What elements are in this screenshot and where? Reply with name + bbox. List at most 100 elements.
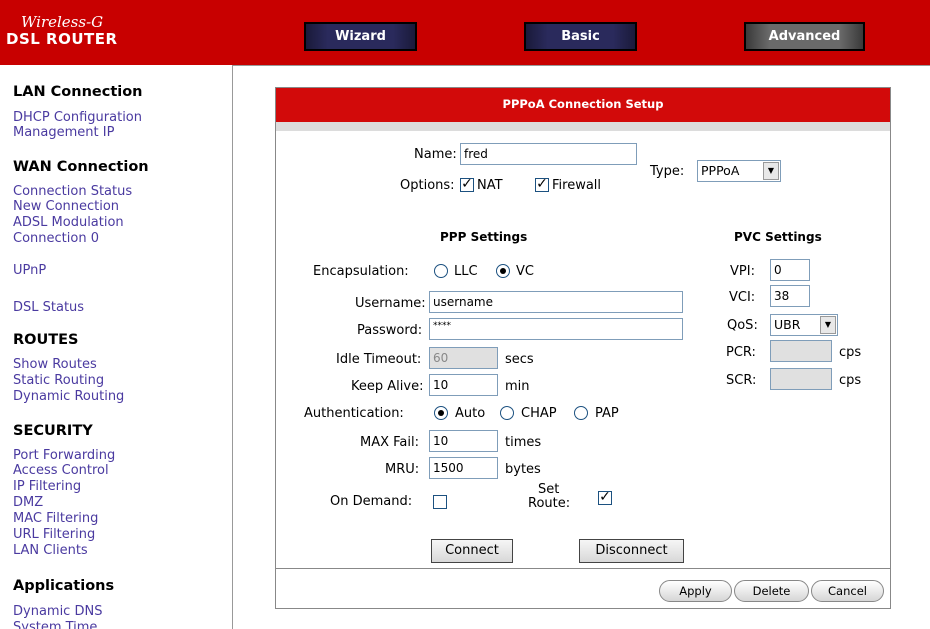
sidebar-item-connection-0[interactable]: Connection 0	[13, 231, 99, 246]
vpi-label: VPI:	[730, 264, 755, 279]
password-input[interactable]: ****	[429, 318, 683, 340]
logo-line-2: DSL ROUTER	[6, 30, 118, 48]
sidebar-heading-routes: ROUTES	[13, 332, 79, 348]
sidebar-item-access-control[interactable]: Access Control	[13, 463, 109, 478]
apply-button[interactable]: Apply	[659, 580, 732, 602]
sidebar-item-port-forwarding[interactable]: Port Forwarding	[13, 448, 115, 463]
mru-input[interactable]: 1500	[429, 457, 498, 479]
mru-label: MRU:	[385, 462, 420, 477]
chevron-down-icon: ▼	[763, 162, 779, 180]
auth-chap-label: CHAP	[521, 406, 557, 421]
scr-input[interactable]	[770, 368, 832, 390]
sidebar-item-dmz[interactable]: DMZ	[13, 495, 43, 510]
firewall-checkbox[interactable]: ✓	[535, 177, 549, 192]
chevron-down-icon: ▼	[820, 316, 836, 334]
auth-pap-label: PAP	[595, 406, 619, 421]
panel-footer: Apply Delete Cancel	[276, 568, 890, 608]
max-fail-input[interactable]: 10	[429, 430, 498, 452]
sidebar-item-dynamic-dns[interactable]: Dynamic DNS	[13, 604, 102, 619]
pppoa-setup-panel: PPPoA Connection Setup Name: fred Option…	[275, 87, 891, 609]
auth-auto-label: Auto	[455, 406, 486, 421]
vci-label: VCI:	[729, 290, 756, 305]
keep-alive-input[interactable]: 10	[429, 374, 498, 396]
keep-alive-unit: min	[505, 379, 530, 394]
nav-advanced-button[interactable]: Advanced	[744, 22, 865, 51]
type-label: Type:	[650, 164, 685, 179]
pcr-input[interactable]	[770, 340, 832, 362]
options-label: Options:	[400, 178, 455, 193]
cancel-button[interactable]: Cancel	[811, 580, 884, 602]
authentication-label: Authentication:	[304, 406, 404, 421]
qos-select[interactable]: UBR ▼	[770, 314, 838, 336]
auth-pap-radio[interactable]	[574, 406, 588, 420]
auth-auto-radio[interactable]	[434, 406, 448, 420]
nav-wizard-button[interactable]: Wizard	[304, 22, 417, 51]
nat-checkbox[interactable]: ✓	[460, 177, 474, 192]
sidebar-item-static-routing[interactable]: Static Routing	[13, 373, 104, 388]
firewall-label: Firewall	[552, 178, 602, 193]
sidebar-heading-applications: Applications	[13, 578, 115, 594]
sidebar-item-adsl-modulation[interactable]: ADSL Modulation	[13, 215, 124, 230]
max-fail-unit: times	[505, 435, 542, 450]
delete-button[interactable]: Delete	[734, 580, 809, 602]
sidebar-item-dynamic-routing[interactable]: Dynamic Routing	[13, 389, 124, 404]
sidebar-heading-lan: LAN Connection	[13, 84, 143, 100]
set-route-checkbox[interactable]: ✓	[598, 490, 612, 505]
panel-divider	[276, 122, 890, 131]
sidebar-item-dhcp-configuration[interactable]: DHCP Configuration	[13, 110, 142, 125]
type-select-value: PPPoA	[701, 163, 740, 178]
on-demand-label: On Demand:	[330, 494, 413, 509]
scr-unit: cps	[839, 373, 862, 388]
logo-line-1: Wireless-G	[21, 13, 104, 31]
encapsulation-llc-radio[interactable]	[434, 264, 448, 278]
username-label: Username:	[355, 296, 426, 311]
set-route-label-line-1: Set	[538, 482, 560, 497]
idle-timeout-input[interactable]: 60	[429, 347, 498, 369]
sidebar-heading-wan: WAN Connection	[13, 159, 149, 175]
encapsulation-llc-label: LLC	[454, 264, 478, 279]
sidebar-item-connection-status[interactable]: Connection Status	[13, 184, 132, 199]
ppp-settings-heading: PPP Settings	[440, 230, 528, 244]
name-input[interactable]: fred	[460, 143, 637, 165]
nat-label: NAT	[477, 178, 503, 193]
sidebar-item-management-ip[interactable]: Management IP	[13, 125, 114, 140]
auth-chap-radio[interactable]	[500, 406, 514, 420]
sidebar-item-url-filtering[interactable]: URL Filtering	[13, 527, 95, 542]
sidebar-item-dsl-status[interactable]: DSL Status	[13, 300, 84, 315]
encapsulation-label: Encapsulation:	[313, 264, 409, 279]
mru-unit: bytes	[505, 462, 541, 477]
router-logo: Wireless-G DSL ROUTER	[6, 14, 176, 54]
sidebar-item-new-connection[interactable]: New Connection	[13, 199, 119, 214]
qos-label: QoS:	[727, 318, 758, 333]
top-bar: Wireless-G DSL ROUTER Wizard Basic Advan…	[0, 0, 930, 65]
sidebar-item-upnp[interactable]: UPnP	[13, 263, 46, 278]
sidebar: LAN Connection DHCP Configuration Manage…	[0, 65, 232, 629]
max-fail-label: MAX Fail:	[360, 435, 420, 450]
nav-basic-button[interactable]: Basic	[524, 22, 637, 51]
sidebar-item-lan-clients[interactable]: LAN Clients	[13, 543, 88, 558]
idle-timeout-unit: secs	[505, 352, 534, 367]
encapsulation-vc-radio[interactable]	[496, 264, 510, 278]
sidebar-item-mac-filtering[interactable]: MAC Filtering	[13, 511, 98, 526]
pvc-settings-heading: PVC Settings	[734, 230, 822, 244]
pcr-label: PCR:	[726, 345, 756, 360]
sidebar-heading-security: SECURITY	[13, 423, 93, 439]
on-demand-checkbox[interactable]	[433, 495, 447, 509]
disconnect-button[interactable]: Disconnect	[579, 539, 684, 563]
scr-label: SCR:	[726, 373, 757, 388]
sidebar-item-system-time[interactable]: System Time	[13, 620, 97, 629]
sidebar-item-show-routes[interactable]: Show Routes	[13, 357, 97, 372]
vci-input[interactable]: 38	[770, 285, 810, 307]
set-route-label-line-2: Route:	[528, 496, 571, 511]
sidebar-item-ip-filtering[interactable]: IP Filtering	[13, 479, 81, 494]
name-label: Name:	[414, 147, 457, 162]
connect-button[interactable]: Connect	[431, 539, 513, 563]
password-label: Password:	[357, 323, 423, 338]
idle-timeout-label: Idle Timeout:	[336, 352, 422, 367]
type-select[interactable]: PPPoA ▼	[697, 160, 781, 182]
panel-title: PPPoA Connection Setup	[276, 88, 890, 122]
pcr-unit: cps	[839, 345, 862, 360]
username-input[interactable]: username	[429, 291, 683, 313]
encapsulation-vc-label: VC	[516, 264, 534, 279]
vpi-input[interactable]: 0	[770, 259, 810, 281]
